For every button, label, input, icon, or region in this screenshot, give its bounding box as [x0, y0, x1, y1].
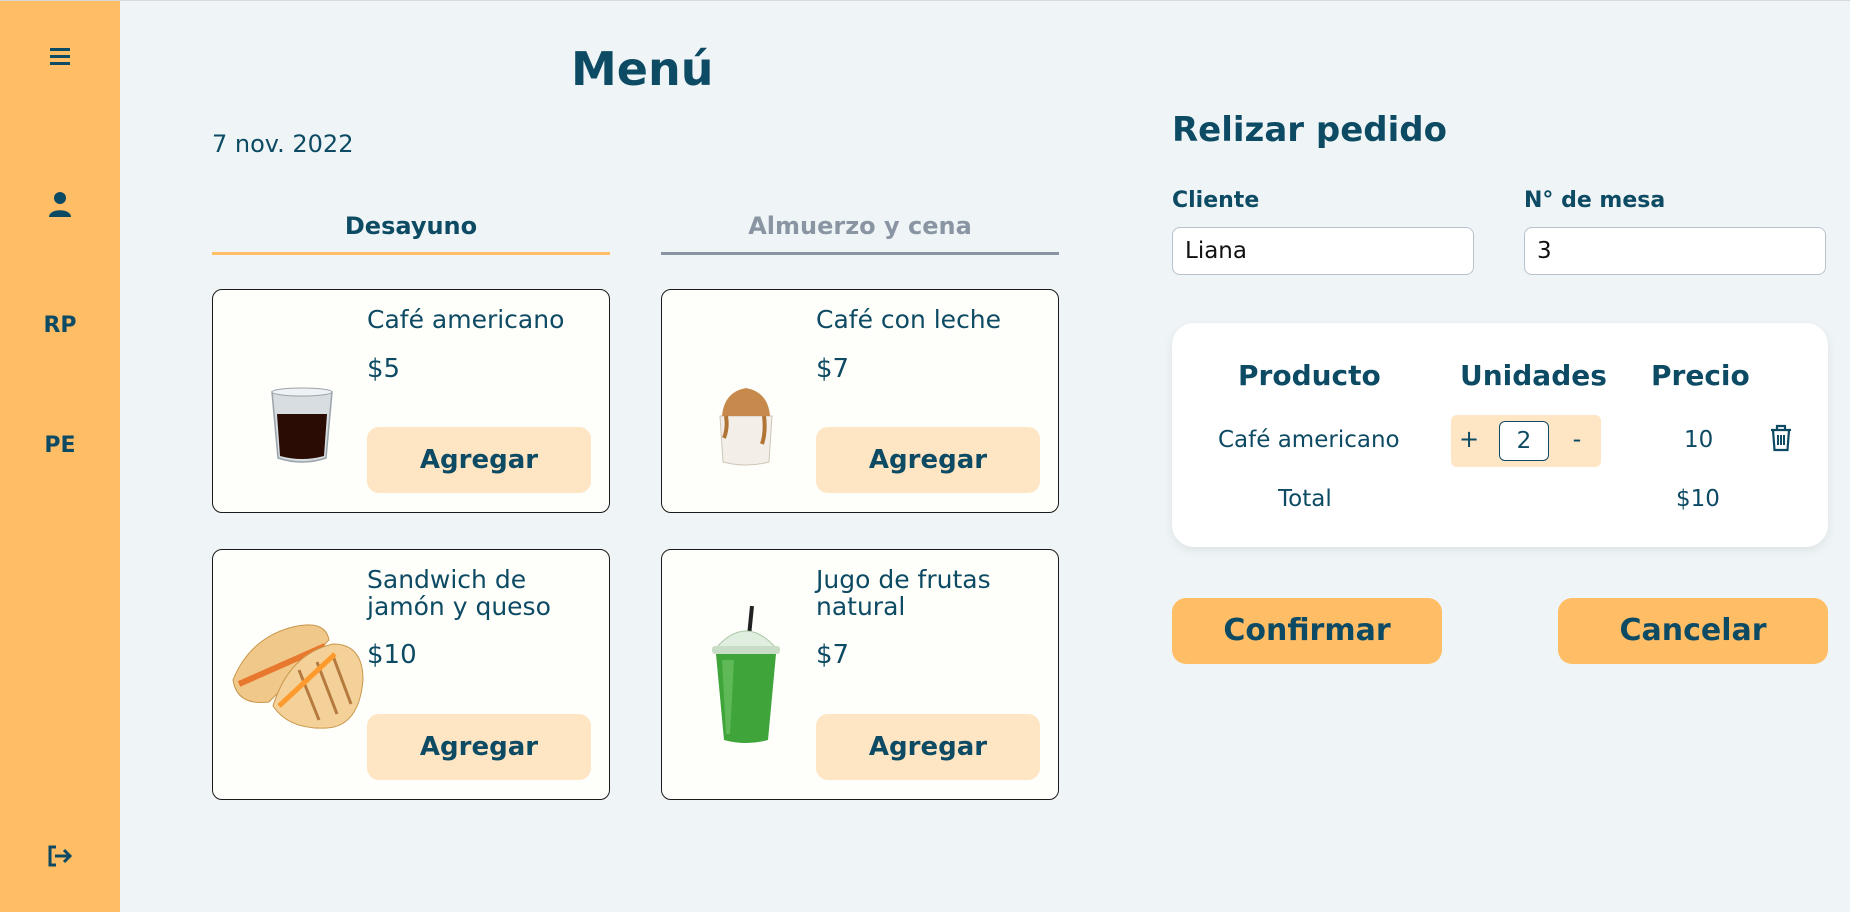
- client-label: Cliente: [1172, 188, 1260, 213]
- column-header-precio: Precio: [1651, 359, 1750, 392]
- green-juice-image: [706, 605, 786, 750]
- total-value: $10: [1676, 486, 1720, 512]
- product-price: $5: [367, 354, 401, 384]
- table-number-label: N° de mesa: [1524, 188, 1666, 213]
- coffee-glass-image: [269, 386, 335, 470]
- product-card: Jugo de frutas natural $7 Agregar: [661, 549, 1059, 800]
- product-name: Café con leche: [816, 305, 1002, 334]
- order-ticket: Producto Unidades Precio Café americano …: [1172, 323, 1828, 547]
- sandwich-image: [229, 610, 365, 738]
- product-name: Café americano: [367, 305, 565, 334]
- sidebar-item-pe[interactable]: PE: [0, 433, 120, 458]
- product-price: $7: [816, 640, 850, 670]
- logout-icon[interactable]: [0, 844, 120, 872]
- product-card: Sandwich de jamón y queso $10 Agregar: [212, 549, 610, 800]
- product-card: Café americano $5 Agregar: [212, 289, 610, 513]
- latte-glass-image: [714, 382, 778, 472]
- total-label: Total: [1278, 486, 1332, 512]
- column-header-unidades: Unidades: [1460, 359, 1607, 392]
- decrease-button[interactable]: -: [1565, 425, 1589, 453]
- confirm-button[interactable]: Confirmar: [1172, 598, 1442, 664]
- client-input[interactable]: [1172, 227, 1474, 275]
- quantity-stepper: + 2 -: [1451, 415, 1601, 467]
- order-title: Relizar pedido: [1172, 110, 1447, 150]
- tab-almuerzo-y-cena[interactable]: Almuerzo y cena: [661, 212, 1059, 255]
- cancel-button[interactable]: Cancelar: [1558, 598, 1828, 664]
- order-item-name: Café americano: [1218, 427, 1400, 453]
- trash-icon[interactable]: [1769, 424, 1793, 456]
- add-button[interactable]: Agregar: [367, 427, 591, 493]
- product-price: $10: [367, 640, 417, 670]
- top-border: [0, 0, 1850, 1]
- product-price: $7: [816, 354, 850, 384]
- user-icon[interactable]: [0, 191, 120, 221]
- hamburger-menu-icon[interactable]: [0, 45, 120, 71]
- date-label: 7 nov. 2022: [212, 130, 354, 158]
- product-card: Café con leche $7 Agregar: [661, 289, 1059, 513]
- tab-desayuno[interactable]: Desayuno: [212, 212, 610, 255]
- order-item-price: 10: [1684, 427, 1714, 453]
- increase-button[interactable]: +: [1457, 425, 1481, 453]
- add-button[interactable]: Agregar: [367, 714, 591, 780]
- sidebar: RP PE: [0, 1, 120, 912]
- page-title: Menú: [571, 42, 714, 96]
- product-name: Jugo de frutas natural: [816, 565, 991, 621]
- table-number-input[interactable]: [1524, 227, 1826, 275]
- column-header-producto: Producto: [1238, 359, 1381, 392]
- product-name: Sandwich de jamón y queso: [367, 565, 551, 621]
- add-button[interactable]: Agregar: [816, 427, 1040, 493]
- sidebar-item-rp[interactable]: RP: [0, 313, 120, 338]
- quantity-field[interactable]: 2: [1499, 421, 1549, 461]
- add-button[interactable]: Agregar: [816, 714, 1040, 780]
